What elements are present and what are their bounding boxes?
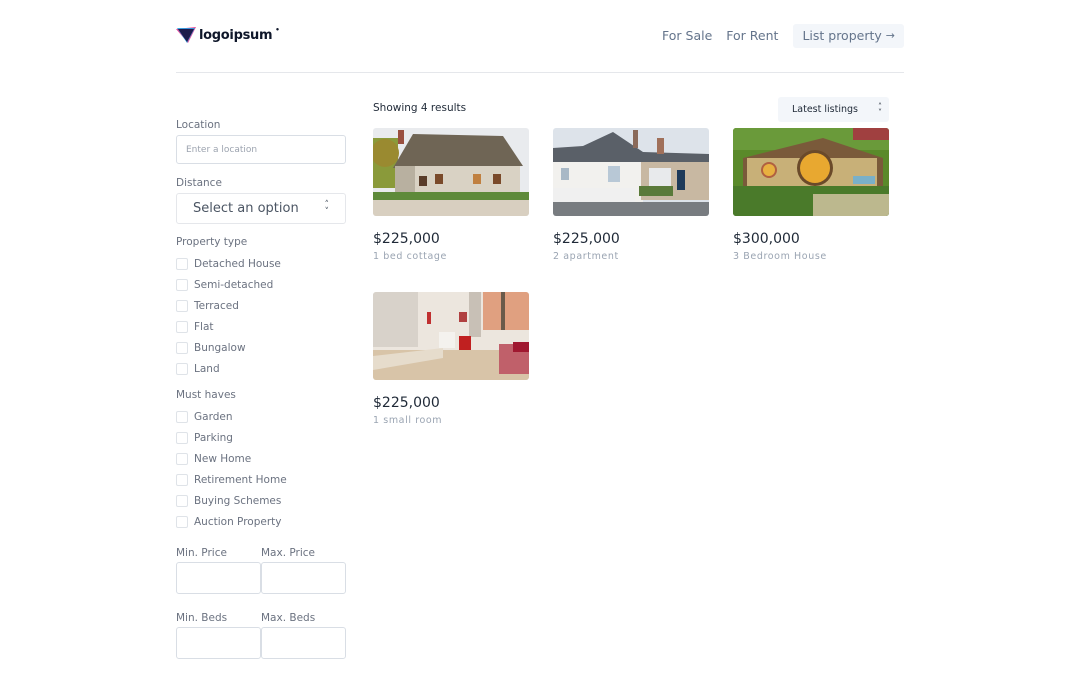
listing-description: 3 Bedroom House [733, 251, 827, 262]
must-haves-title: Must haves [176, 389, 236, 401]
listing-description: 2 apartment [553, 251, 619, 262]
property-type-option[interactable]: Semi-detached [176, 274, 346, 295]
option-label: Terraced [194, 299, 239, 312]
checkbox[interactable] [176, 410, 188, 423]
nav-for-sale[interactable]: For Sale [655, 24, 719, 48]
checkbox[interactable] [176, 494, 188, 507]
listing-price: $225,000 [373, 395, 440, 411]
must-haves-list: Garden Parking New Home Retirement Home … [176, 406, 346, 532]
min-beds-input[interactable] [176, 627, 261, 659]
list-property-label: List property [802, 28, 882, 43]
thatched-cottage-photo[interactable] [373, 128, 529, 216]
property-type-title: Property type [176, 236, 248, 248]
must-have-option[interactable]: New Home [176, 448, 346, 469]
option-label: Land [194, 362, 220, 375]
nav-for-rent[interactable]: For Rent [719, 24, 785, 48]
checkbox[interactable] [176, 278, 188, 291]
logo-text: logoipsum [199, 27, 273, 43]
property-type-option[interactable]: Bungalow [176, 337, 346, 358]
checkbox[interactable] [176, 473, 188, 486]
option-label: Parking [194, 431, 233, 444]
hobbit-house-photo[interactable] [733, 128, 889, 216]
min-price-input[interactable] [176, 562, 261, 594]
option-label: Flat [194, 320, 214, 333]
max-beds-label: Max. Beds [261, 612, 316, 624]
terraced-house-photo[interactable] [553, 128, 709, 216]
distance-selected-value: Select an option [193, 201, 299, 216]
distance-select[interactable]: Select an option ˄ ˅ [176, 193, 346, 224]
select-updown-icon: ˄ ˅ [324, 199, 330, 217]
location-input[interactable]: Enter a location [176, 135, 346, 164]
property-type-option[interactable]: Detached House [176, 253, 346, 274]
distance-label: Distance [176, 177, 222, 189]
listing-card[interactable]: $225,000 1 small room [373, 292, 529, 426]
listing-card[interactable]: $300,000 3 Bedroom House [733, 128, 889, 262]
arrow-right-icon: → [885, 29, 895, 42]
checkbox[interactable] [176, 341, 188, 354]
must-have-option[interactable]: Auction Property [176, 511, 346, 532]
filters-sidebar: Location Enter a location Distance Selec… [176, 118, 346, 659]
listing-description: 1 bed cottage [373, 251, 447, 262]
main-nav: For Sale For Rent List property → [655, 24, 904, 48]
sort-select[interactable]: Latest listings ˄ ˅ [778, 97, 889, 122]
property-type-option[interactable]: Terraced [176, 295, 346, 316]
option-label: Garden [194, 410, 233, 423]
site-header: logoipsum • For Sale For Rent List prope… [176, 0, 904, 73]
max-price-input[interactable] [261, 562, 346, 594]
must-have-option[interactable]: Retirement Home [176, 469, 346, 490]
listing-card[interactable]: $225,000 2 apartment [553, 128, 709, 262]
min-beds-label: Min. Beds [176, 612, 228, 624]
list-property-button[interactable]: List property → [793, 24, 904, 48]
results-count: Showing 4 results [373, 102, 467, 114]
option-label: Semi-detached [194, 278, 274, 291]
must-have-option[interactable]: Garden [176, 406, 346, 427]
listing-card[interactable]: $225,000 1 bed cottage [373, 128, 529, 262]
property-type-list: Detached House Semi-detached Terraced Fl… [176, 253, 346, 379]
must-have-option[interactable]: Parking [176, 427, 346, 448]
max-beds-input[interactable] [261, 627, 346, 659]
select-updown-icon: ˄ ˅ [878, 101, 882, 117]
checkbox[interactable] [176, 362, 188, 375]
beds-range: Min. Beds Max. Beds [176, 611, 346, 659]
logo-mark-icon [176, 27, 196, 43]
option-label: Buying Schemes [194, 494, 282, 507]
option-label: Bungalow [194, 341, 246, 354]
max-price-label: Max. Price [261, 547, 315, 559]
option-label: Retirement Home [194, 473, 287, 486]
must-have-option[interactable]: Buying Schemes [176, 490, 346, 511]
checkbox[interactable] [176, 431, 188, 444]
listing-price: $225,000 [553, 231, 620, 247]
listing-description: 1 small room [373, 415, 443, 426]
location-label: Location [176, 119, 221, 131]
property-type-option[interactable]: Land [176, 358, 346, 379]
price-range: Min. Price Max. Price [176, 546, 346, 594]
checkbox[interactable] [176, 299, 188, 312]
checkbox[interactable] [176, 320, 188, 333]
option-label: Detached House [194, 257, 281, 270]
listing-price: $225,000 [373, 231, 440, 247]
listing-price: $300,000 [733, 231, 800, 247]
logo[interactable]: logoipsum • [176, 26, 280, 44]
checkbox[interactable] [176, 452, 188, 465]
living-room-photo[interactable] [373, 292, 529, 380]
checkbox[interactable] [176, 257, 188, 270]
location-placeholder: Enter a location [186, 144, 258, 155]
min-price-label: Min. Price [176, 547, 227, 559]
option-label: New Home [194, 452, 252, 465]
property-type-option[interactable]: Flat [176, 316, 346, 337]
option-label: Auction Property [194, 515, 282, 528]
sort-selected-value: Latest listings [792, 104, 858, 115]
checkbox[interactable] [176, 515, 188, 528]
logo-registered-mark: • [275, 26, 280, 34]
